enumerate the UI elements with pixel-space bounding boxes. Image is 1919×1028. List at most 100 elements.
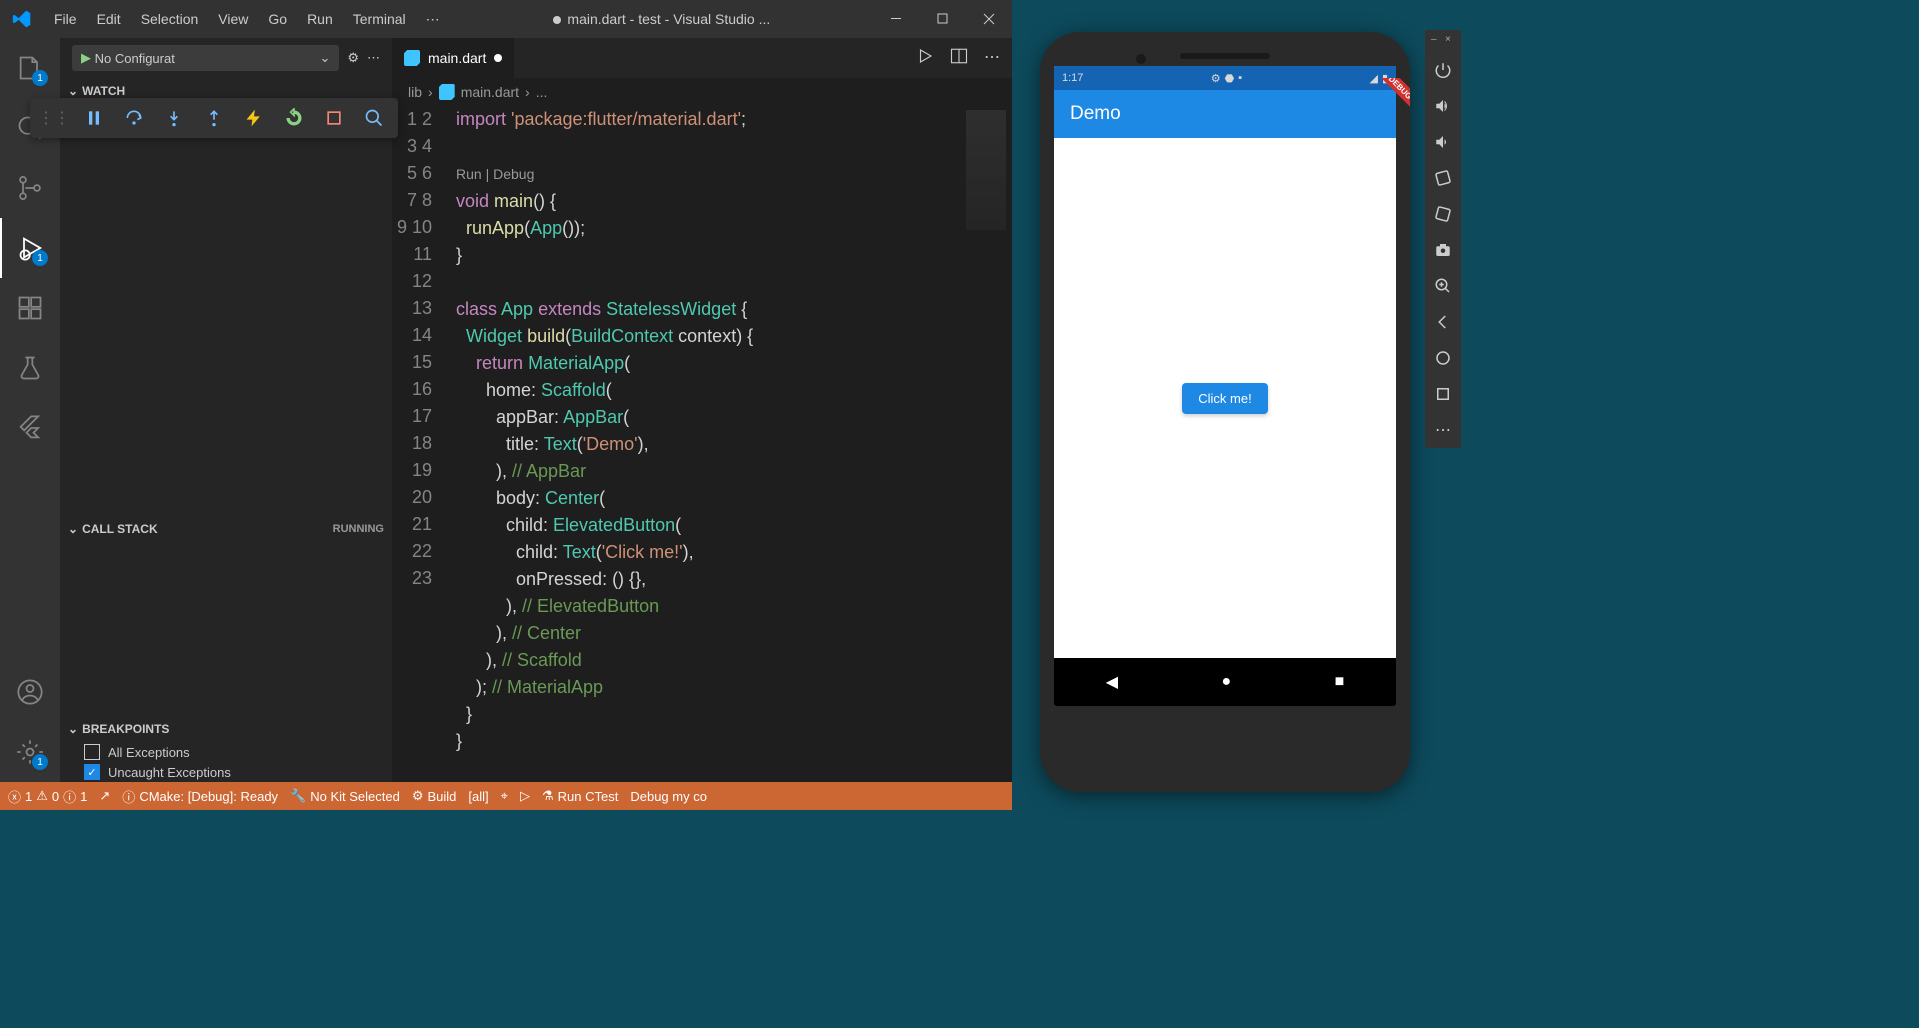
source-control-icon[interactable] (0, 158, 60, 218)
emulator-screen: 1:17 ⚙⬣▪ ◢▮ DEBUG Demo Click me! ◀ ● ■ (1054, 66, 1396, 706)
status-bar: ⓧ 1 ⚠ 0 ⓘ 1 ↗ ⓘ CMake: [Debug]: Ready 🔧 … (0, 782, 1012, 810)
more-actions-icon[interactable]: ⋯ (984, 47, 1000, 70)
debug-banner: DEBUG (1350, 78, 1396, 138)
back-button[interactable]: ◀ (1106, 672, 1118, 692)
nav-overview-icon[interactable] (1429, 380, 1457, 408)
volume-down-icon[interactable] (1429, 128, 1457, 156)
line-gutter: 1 2 3 4 5 6 7 8 9 10 11 12 13 14 15 16 1… (392, 106, 448, 782)
more-icon[interactable]: ⋯ (367, 50, 380, 66)
title-bar: File Edit Selection View Go Run Terminal… (0, 0, 1012, 38)
status-cmake[interactable]: ⓘ CMake: [Debug]: Ready (122, 787, 278, 806)
emulator-speaker (1180, 53, 1270, 59)
menu-view[interactable]: View (208, 11, 258, 27)
codelens-run-debug[interactable]: Run | Debug (456, 166, 534, 182)
play-icon: ▶ (81, 50, 91, 66)
tab-main-dart[interactable]: main.dart (392, 38, 514, 78)
recent-button[interactable]: ■ (1335, 673, 1345, 691)
debug-restart-button[interactable] (274, 102, 314, 134)
rotate-left-icon[interactable] (1429, 164, 1457, 192)
power-icon[interactable] (1429, 56, 1457, 84)
shield-icon: ⬣ (1225, 72, 1235, 85)
vscode-logo-icon (0, 9, 44, 29)
run-debug-icon[interactable]: 1 (0, 218, 60, 278)
home-button[interactable]: ● (1221, 673, 1231, 691)
testing-icon[interactable] (0, 338, 60, 398)
menu-selection[interactable]: Selection (131, 11, 209, 27)
status-nokit[interactable]: 🔧 No Kit Selected (290, 788, 400, 804)
debug-badge: 1 (32, 250, 48, 266)
minimize-button[interactable] (874, 0, 920, 38)
battery-icon: ▪ (1238, 72, 1242, 85)
status-build[interactable]: ⚙ Build (412, 788, 457, 804)
status-target[interactable]: [all] (468, 789, 488, 804)
status-debug-icon[interactable]: ⌖ (501, 788, 508, 804)
breakpoint-uncaught-exceptions[interactable]: ✓ Uncaught Exceptions (60, 762, 392, 782)
emulator-toolbar: –× ⋯ (1425, 30, 1461, 448)
close-button[interactable] (966, 0, 1012, 38)
debug-grip-icon[interactable]: ⋮⋮ (34, 102, 74, 134)
split-editor-icon[interactable] (950, 47, 968, 70)
menu-run[interactable]: Run (297, 11, 343, 27)
run-file-icon[interactable] (916, 47, 934, 70)
code-content[interactable]: import 'package:flutter/material.dart'; … (448, 106, 1012, 782)
unsaved-dot-icon (494, 54, 502, 62)
debug-pause-button[interactable] (74, 102, 114, 134)
camera-icon[interactable] (1429, 236, 1457, 264)
minimap[interactable] (962, 106, 1012, 782)
checkbox-unchecked[interactable] (84, 744, 100, 760)
nav-back-icon[interactable] (1429, 308, 1457, 336)
breakpoints-section[interactable]: ⌄BREAKPOINTS (60, 716, 392, 742)
explorer-badge: 1 (32, 70, 48, 86)
menu-terminal[interactable]: Terminal (343, 11, 416, 27)
debug-stop-button[interactable] (314, 102, 354, 134)
debug-step-out-button[interactable] (194, 102, 234, 134)
more-options-icon[interactable]: ⋯ (1429, 416, 1457, 444)
rotate-right-icon[interactable] (1429, 200, 1457, 228)
status-errors[interactable]: ⓧ 1 ⚠ 0 ⓘ 1 (8, 787, 87, 806)
debug-step-over-button[interactable] (114, 102, 154, 134)
volume-up-icon[interactable] (1429, 92, 1457, 120)
editor-group: main.dart ⋯ lib› main.dart› ... 1 2 3 4 … (392, 38, 1012, 782)
flutter-icon[interactable] (0, 398, 60, 458)
extensions-icon[interactable] (0, 278, 60, 338)
status-play-icon[interactable]: ▷ (520, 788, 530, 804)
config-select[interactable]: ▶ No Configurat ⌄ (72, 45, 339, 71)
activity-bar: 1 1 (0, 38, 60, 782)
nav-home-icon[interactable] (1429, 344, 1457, 372)
settings-badge: 1 (32, 754, 48, 770)
code-editor[interactable]: 1 2 3 4 5 6 7 8 9 10 11 12 13 14 15 16 1… (392, 106, 1012, 782)
zoom-icon[interactable] (1429, 272, 1457, 300)
status-debug-config[interactable]: Debug my co (630, 789, 707, 804)
gear-icon[interactable]: ⚙ (347, 50, 359, 66)
menu-edit[interactable]: Edit (87, 11, 131, 27)
dart-file-icon (404, 50, 420, 66)
breakpoint-all-exceptions[interactable]: All Exceptions (60, 742, 392, 762)
accounts-icon[interactable] (0, 662, 60, 722)
emulator-camera (1136, 54, 1146, 64)
menu-overflow-icon[interactable]: ⋯ (416, 11, 450, 28)
close-icon[interactable]: × (1445, 34, 1455, 44)
breadcrumbs[interactable]: lib› main.dart› ... (392, 78, 1012, 106)
maximize-button[interactable] (920, 0, 966, 38)
settings-icon: ⚙ (1211, 72, 1221, 85)
status-send-icon[interactable]: ↗ (99, 788, 110, 804)
android-nav-bar: ◀ ● ■ (1054, 658, 1396, 706)
debug-toolbar[interactable]: ⋮⋮ (30, 98, 398, 138)
debug-sidebar: ▶ No Configurat ⌄ ⚙ ⋯ ⌄WATCH ⌄CALL STACK… (60, 38, 392, 782)
callstack-section[interactable]: ⌄CALL STACKRUNNING (60, 516, 392, 542)
menu-go[interactable]: Go (258, 11, 297, 27)
menu-file[interactable]: File (44, 11, 87, 27)
dart-file-icon (439, 84, 455, 100)
minimize-icon[interactable]: – (1431, 34, 1441, 44)
debug-hot-reload-button[interactable] (234, 102, 274, 134)
debug-step-into-button[interactable] (154, 102, 194, 134)
checkbox-checked[interactable]: ✓ (84, 764, 100, 780)
status-run-ctest[interactable]: ⚗ Run CTest (542, 788, 618, 804)
debug-inspector-button[interactable] (354, 102, 394, 134)
app-body: Click me! (1054, 138, 1396, 658)
tabs-row: main.dart ⋯ (392, 38, 1012, 78)
explorer-icon[interactable]: 1 (0, 38, 60, 98)
click-me-button[interactable]: Click me! (1182, 383, 1267, 414)
android-status-bar: 1:17 ⚙⬣▪ ◢▮ (1054, 66, 1396, 90)
settings-icon[interactable]: 1 (0, 722, 60, 782)
